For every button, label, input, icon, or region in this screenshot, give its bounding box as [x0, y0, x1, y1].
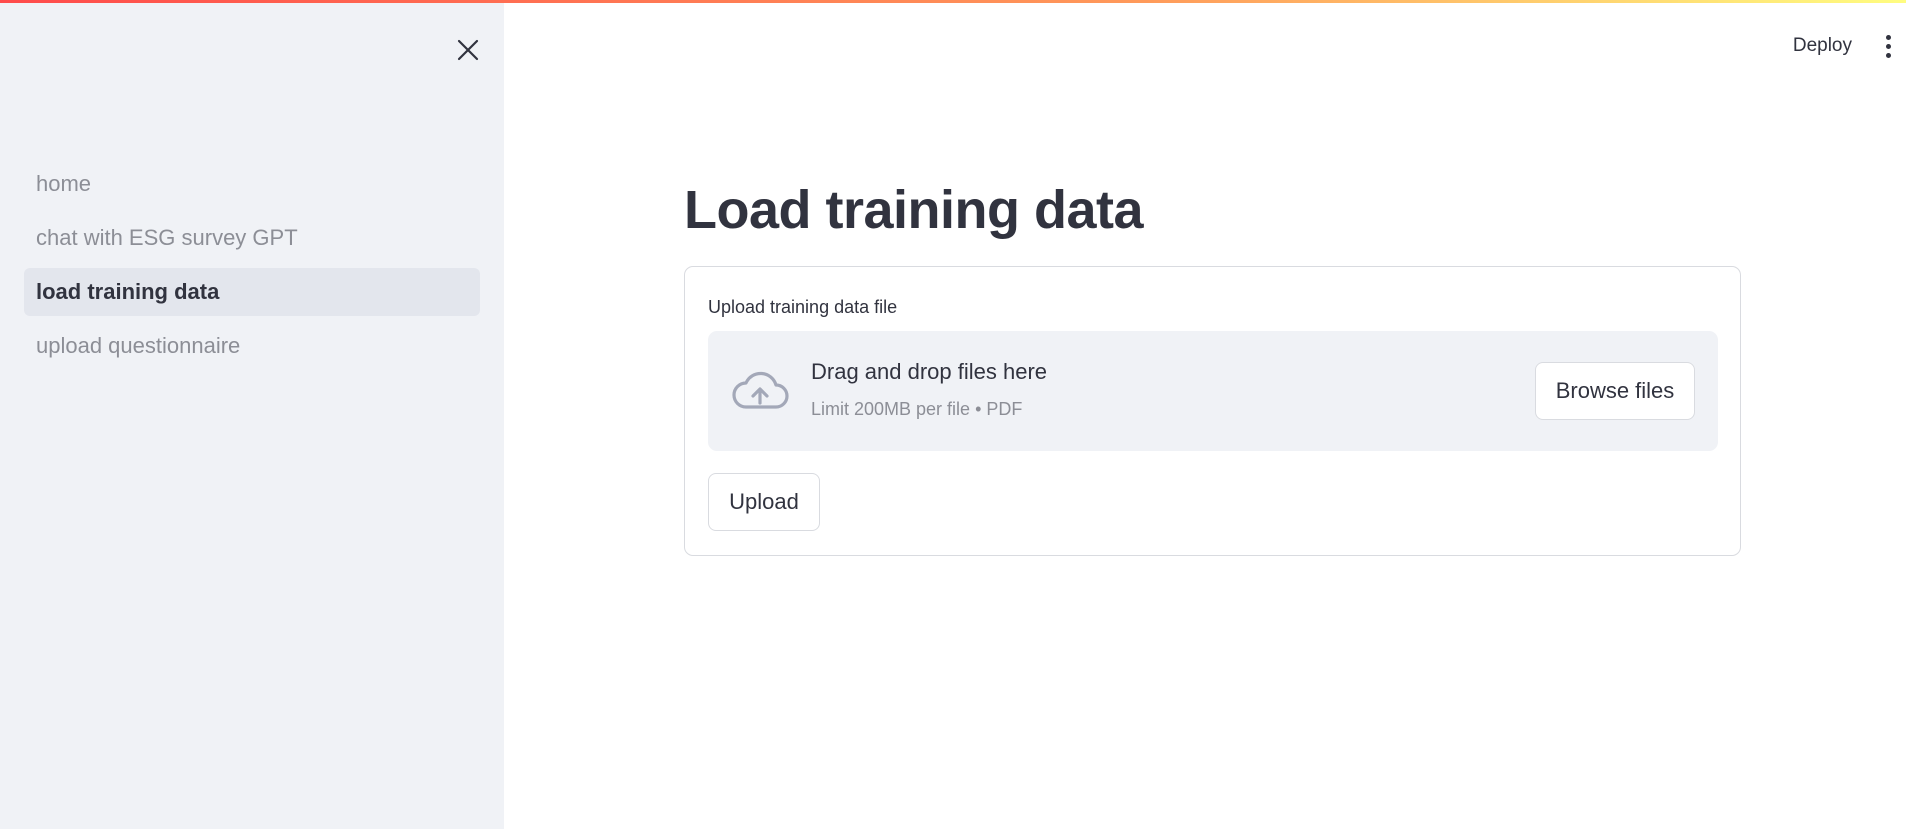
sidebar-nav: home chat with ESG survey GPT load train… — [24, 160, 480, 376]
page-title: Load training data — [684, 180, 1144, 240]
close-icon — [457, 39, 479, 61]
main-content: Load training data Upload training data … — [684, 170, 1741, 556]
sidebar-item-upload-questionnaire[interactable]: upload questionnaire — [24, 322, 480, 370]
sidebar-item-label: upload questionnaire — [36, 333, 241, 358]
file-dropzone[interactable]: Drag and drop files here Limit 200MB per… — [708, 331, 1718, 451]
top-decoration-bar — [0, 0, 1906, 3]
sidebar-item-load-training-data[interactable]: load training data — [24, 268, 480, 316]
header-toolbar: Deploy — [1793, 30, 1906, 62]
sidebar-item-home[interactable]: home — [24, 160, 480, 208]
dropzone-texts: Drag and drop files here Limit 200MB per… — [811, 359, 1047, 420]
upload-button[interactable]: Upload — [708, 473, 820, 531]
deploy-button[interactable]: Deploy — [1793, 35, 1852, 57]
uploader-label: Upload training data file — [708, 297, 898, 317]
browse-files-button[interactable]: Browse files — [1535, 362, 1695, 420]
cloud-upload-icon — [732, 371, 789, 409]
upload-form: Upload training data file Drag and drop … — [684, 266, 1741, 556]
more-vertical-icon — [1885, 34, 1891, 40]
sidebar-item-label: chat with ESG survey GPT — [36, 225, 298, 250]
sidebar-item-label: load training data — [36, 279, 220, 304]
main-menu-button[interactable] — [1876, 30, 1900, 62]
dropzone-instructions: Drag and drop files here — [811, 359, 1048, 384]
sidebar-item-label: home — [36, 171, 92, 196]
sidebar: home chat with ESG survey GPT load train… — [0, 0, 504, 829]
close-sidebar-button[interactable] — [452, 34, 484, 66]
dropzone-limit: Limit 200MB per file • PDF — [811, 399, 1023, 419]
sidebar-item-chat[interactable]: chat with ESG survey GPT — [24, 214, 480, 262]
